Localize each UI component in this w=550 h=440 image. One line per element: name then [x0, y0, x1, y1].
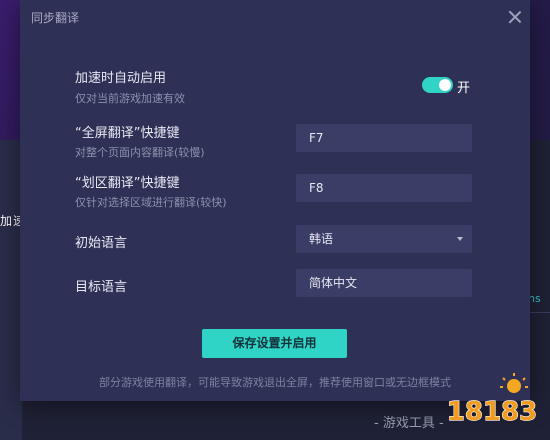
close-icon[interactable] — [506, 8, 524, 26]
target-language-select[interactable]: 简体中文 — [296, 269, 472, 297]
source-language-label: 初始语言 — [75, 236, 128, 251]
dialog-title: 同步翻译 — [31, 11, 80, 25]
auto-enable-toggle[interactable] — [422, 77, 453, 93]
target-language-label: 目标语言 — [75, 280, 128, 295]
toggle-knob — [439, 79, 451, 91]
sync-translate-dialog: 同步翻译 加速时自动启用 仅对当前游戏加速有效 开 “全屏翻译”快捷键 对整个页… — [20, 0, 530, 401]
fullscreen-hotkey-sub: 对整个页面内容翻译(较慢) — [75, 146, 205, 159]
background-divider — [528, 312, 550, 313]
save-and-enable-button[interactable]: 保存设置并启用 — [202, 329, 347, 358]
background-side-panel — [0, 140, 22, 440]
fullscreen-hotkey-label: “全屏翻译”快捷键 — [75, 126, 180, 141]
sun-icon — [500, 373, 528, 393]
site-logo: 18183 — [446, 373, 538, 428]
region-hotkey-input[interactable]: F8 — [296, 174, 472, 202]
target-language-value: 简体中文 — [309, 276, 358, 290]
fullscreen-hotkey-input[interactable]: F7 — [296, 124, 472, 152]
toggle-state-text: 开 — [457, 81, 471, 96]
region-hotkey-sub: 仅针对选择区域进行翻译(较快) — [75, 196, 227, 209]
chevron-down-icon — [457, 237, 463, 241]
background-side-label: 加速 — [0, 214, 22, 228]
background-section-title: - 游戏工具 - — [374, 416, 444, 431]
source-language-value: 韩语 — [309, 232, 334, 246]
logo-text: 18183 — [447, 397, 537, 427]
auto-enable-label: 加速时自动启用 — [75, 71, 167, 86]
region-hotkey-label: “划区翻译”快捷键 — [75, 176, 180, 191]
auto-enable-sub: 仅对当前游戏加速有效 — [75, 92, 185, 105]
source-language-select[interactable]: 韩语 — [296, 225, 472, 253]
